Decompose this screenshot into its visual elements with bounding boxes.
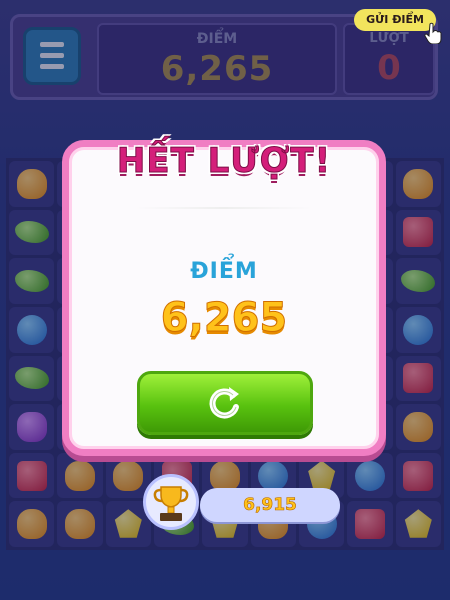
replay-button[interactable] bbox=[137, 371, 313, 435]
board-cell[interactable] bbox=[9, 501, 55, 547]
yellow-candy-icon bbox=[308, 460, 336, 490]
result-score-value: 6,265 bbox=[160, 295, 288, 342]
best-score-value: 6,915 bbox=[243, 495, 297, 516]
board-cell[interactable] bbox=[395, 501, 441, 547]
best-trophy-badge bbox=[143, 474, 199, 530]
menu-icon-bar bbox=[40, 53, 64, 58]
board-cell[interactable] bbox=[395, 306, 441, 353]
board-cell[interactable] bbox=[395, 161, 441, 207]
board-cell[interactable] bbox=[395, 209, 441, 256]
red-candy-icon bbox=[403, 460, 434, 491]
red-candy-icon bbox=[16, 460, 47, 491]
best-score-bar: 6,915 bbox=[200, 488, 340, 522]
dialog-title: HẾT LƯỢT! bbox=[116, 141, 332, 182]
board-cell[interactable] bbox=[9, 306, 55, 353]
board-cell[interactable] bbox=[9, 404, 55, 450]
board-cell[interactable] bbox=[347, 501, 393, 547]
board-cell[interactable] bbox=[347, 452, 393, 499]
blue-candy-icon bbox=[354, 460, 385, 491]
yellow-candy-icon bbox=[404, 509, 432, 538]
board-cell[interactable] bbox=[9, 161, 55, 207]
red-candy-icon bbox=[403, 363, 434, 394]
board-cell[interactable] bbox=[9, 209, 55, 256]
orange-candy-icon bbox=[403, 411, 434, 442]
score-label: ĐIỂM bbox=[196, 31, 238, 47]
orange-candy-icon bbox=[64, 509, 95, 540]
green-candy-icon bbox=[14, 367, 49, 390]
blue-candy-icon bbox=[258, 460, 289, 491]
board-cell[interactable] bbox=[395, 404, 441, 450]
green-candy-icon bbox=[14, 270, 49, 293]
board-cell[interactable] bbox=[57, 501, 103, 547]
orange-candy-icon bbox=[16, 168, 47, 199]
game-over-dialog: HẾT LƯỢT! ĐIỂM 6,265 bbox=[62, 140, 386, 456]
score-panel: ĐIỂM 6,265 bbox=[97, 23, 337, 95]
orange-candy-icon bbox=[113, 460, 144, 491]
orange-candy-icon bbox=[64, 460, 95, 491]
replay-icon bbox=[209, 387, 239, 419]
trophy-icon bbox=[153, 486, 189, 521]
orange-candy-icon bbox=[209, 460, 240, 491]
orange-candy-icon bbox=[16, 509, 47, 540]
orange-candy-icon bbox=[403, 168, 434, 199]
green-candy-icon bbox=[14, 221, 49, 244]
menu-icon bbox=[40, 42, 64, 47]
moves-panel: LƯỢT 0 bbox=[343, 23, 435, 95]
board-cell[interactable] bbox=[395, 452, 441, 499]
red-candy-icon bbox=[354, 509, 385, 540]
board-cell[interactable] bbox=[9, 452, 55, 499]
pointer-hand-icon bbox=[424, 22, 442, 44]
menu-button[interactable] bbox=[23, 27, 81, 85]
green-candy-icon bbox=[401, 270, 436, 293]
moves-label: LƯỢT bbox=[369, 31, 409, 46]
board-cell[interactable] bbox=[395, 355, 441, 402]
board-cell[interactable] bbox=[9, 258, 55, 304]
board-cell[interactable] bbox=[9, 355, 55, 402]
menu-icon-bar bbox=[40, 64, 64, 69]
game-scene: ĐIỂM 6,265 LƯỢT 0 GỬI ĐIỂM HẾT LƯỢT! ĐIỂ… bbox=[0, 0, 450, 600]
score-value: 6,265 bbox=[160, 49, 274, 89]
dialog-title-wrap: HẾT LƯỢT! bbox=[69, 141, 379, 182]
board-cell[interactable] bbox=[57, 452, 103, 499]
purple-candy-icon bbox=[16, 411, 47, 442]
result-score-label: ĐIỂM bbox=[190, 259, 258, 284]
divider bbox=[135, 207, 313, 209]
yellow-candy-icon bbox=[114, 509, 142, 538]
blue-candy-icon bbox=[16, 314, 47, 345]
red-candy-icon bbox=[403, 217, 434, 248]
blue-candy-icon bbox=[403, 314, 434, 345]
moves-value: 0 bbox=[377, 48, 401, 88]
board-cell[interactable] bbox=[395, 258, 441, 304]
